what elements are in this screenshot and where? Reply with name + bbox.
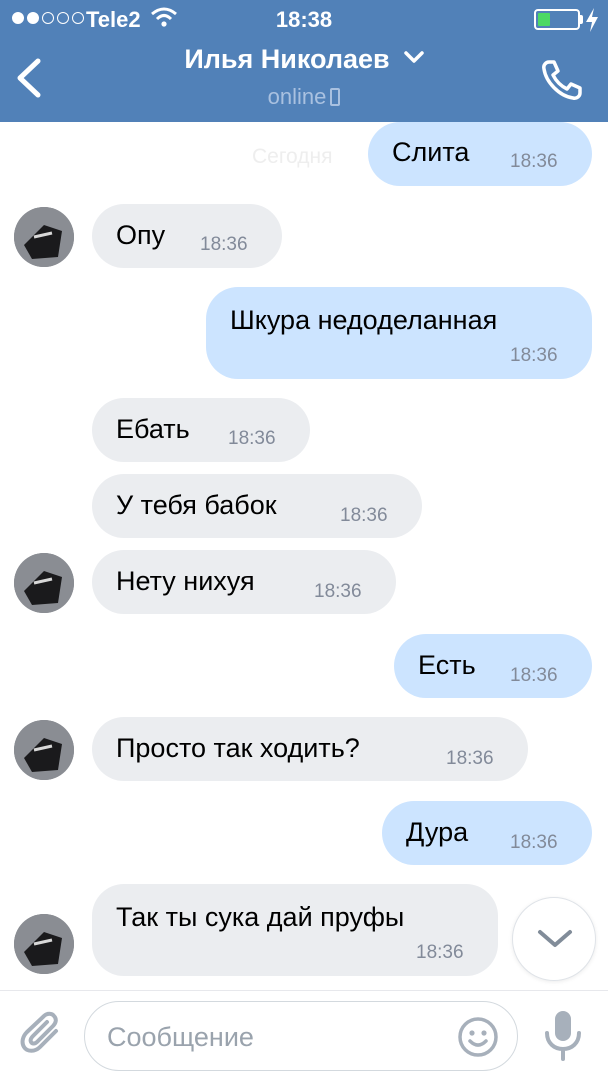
message-time: 18:36 <box>510 832 558 853</box>
charging-icon <box>586 8 598 32</box>
message-bubble-incoming[interactable]: Ебать 18:36 <box>92 398 310 462</box>
message-text: Дура <box>406 817 469 847</box>
battery-icon <box>534 9 580 30</box>
status-bar: Tele2 18:38 <box>0 0 608 38</box>
message-bubble-outgoing[interactable]: Есть 18:36 <box>394 634 592 698</box>
chat-header: Tele2 18:38 Илья Николаев online <box>0 0 608 122</box>
message-text: Слита <box>392 137 470 167</box>
status-time: 18:38 <box>275 7 333 32</box>
contact-title[interactable]: Илья Николаев <box>0 44 608 75</box>
message-text: Ебать <box>116 414 190 444</box>
paperclip-icon[interactable] <box>20 1011 66 1057</box>
message-time: 18:36 <box>416 942 464 963</box>
message-bubble-incoming[interactable]: Так ты сука дай пруфы 18:36 <box>92 884 498 976</box>
contact-name[interactable]: Илья Николаев <box>184 44 389 75</box>
online-status: online <box>0 84 608 110</box>
avatar[interactable] <box>14 553 74 613</box>
message-bubble-incoming[interactable]: Просто так ходить? 18:36 <box>92 717 528 781</box>
message-text: У тебя бабок <box>116 490 277 520</box>
microphone-icon[interactable] <box>540 1009 586 1061</box>
message-bubble-incoming[interactable]: У тебя бабок 18:36 <box>92 474 422 538</box>
message-text: Просто так ходить? <box>116 733 360 763</box>
online-status-text: online <box>267 84 327 109</box>
message-text: Шкура недоделанная <box>230 305 498 335</box>
avatar[interactable] <box>14 914 74 974</box>
scroll-down-button[interactable] <box>512 897 596 981</box>
message-time: 18:36 <box>510 665 558 686</box>
message-bubble-incoming[interactable]: Опу 18:36 <box>92 204 282 268</box>
chevron-down-icon <box>538 930 572 947</box>
message-bubble-incoming[interactable]: Нету нихуя 18:36 <box>92 550 396 614</box>
message-bubble-outgoing[interactable]: Слита 18:36 <box>368 122 592 186</box>
message-time: 18:36 <box>200 234 248 255</box>
message-time: 18:36 <box>228 428 276 449</box>
message-text: Опу <box>116 220 166 250</box>
message-input[interactable]: Сообщение <box>84 1001 518 1071</box>
message-text: Есть <box>418 650 476 680</box>
battery-tip <box>580 15 583 24</box>
message-time: 18:36 <box>510 345 558 366</box>
avatar[interactable] <box>14 207 74 267</box>
phone-icon[interactable] <box>540 58 584 102</box>
message-text: Так ты сука дай пруфы <box>116 902 405 932</box>
avatar[interactable] <box>14 720 74 780</box>
mobile-device-icon <box>330 88 341 106</box>
message-text: Нету нихуя <box>116 566 255 596</box>
message-time: 18:36 <box>510 151 558 172</box>
chevron-down-icon[interactable] <box>403 51 424 63</box>
faded-text: Сегодня <box>252 145 333 168</box>
message-time: 18:36 <box>314 581 362 602</box>
smile-icon[interactable] <box>457 1016 499 1058</box>
message-bubble-outgoing[interactable]: Шкура недоделанная 18:36 <box>206 287 592 379</box>
message-time: 18:36 <box>340 505 388 526</box>
message-input-placeholder: Сообщение <box>107 1022 254 1052</box>
message-composer: Сообщение <box>0 990 608 1080</box>
message-time: 18:36 <box>446 748 494 769</box>
message-bubble-outgoing[interactable]: Дура 18:36 <box>382 801 592 865</box>
